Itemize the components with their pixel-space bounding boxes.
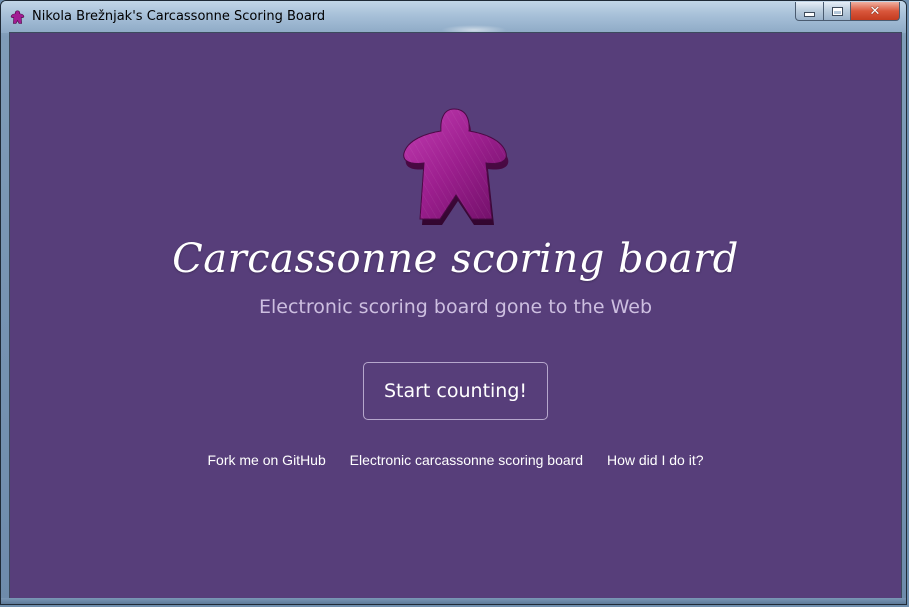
footer-links: Fork me on GitHub Electronic carcassonne…	[10, 452, 901, 468]
window-title: Nikola Brežnjak's Carcassonne Scoring Bo…	[32, 9, 326, 24]
maximize-icon	[831, 6, 843, 16]
minimize-button[interactable]	[795, 2, 824, 21]
title-bar[interactable]: Nikola Brežnjak's Carcassonne Scoring Bo…	[1, 1, 906, 35]
maximize-button[interactable]	[823, 2, 851, 21]
page-subtitle: Electronic scoring board gone to the Web	[258, 296, 653, 318]
close-icon: ✕	[869, 3, 881, 19]
app-window: Nikola Brežnjak's Carcassonne Scoring Bo…	[0, 0, 907, 605]
github-link[interactable]: Fork me on GitHub	[207, 452, 325, 468]
how-did-i-do-it-link[interactable]: How did I do it?	[607, 452, 704, 468]
start-counting-button[interactable]: Start counting!	[363, 362, 548, 420]
meeple-icon	[403, 108, 509, 225]
window-bottom-frame	[1, 598, 906, 604]
page-title: Carcassonne scoring board	[172, 236, 739, 282]
electronic-board-link[interactable]: Electronic carcassonne scoring board	[350, 452, 583, 468]
close-button[interactable]: ✕	[850, 2, 900, 21]
minimize-icon	[804, 12, 815, 17]
meeple-icon	[10, 10, 25, 24]
page-content: Carcassonne scoring board Electronic sco…	[9, 32, 902, 600]
